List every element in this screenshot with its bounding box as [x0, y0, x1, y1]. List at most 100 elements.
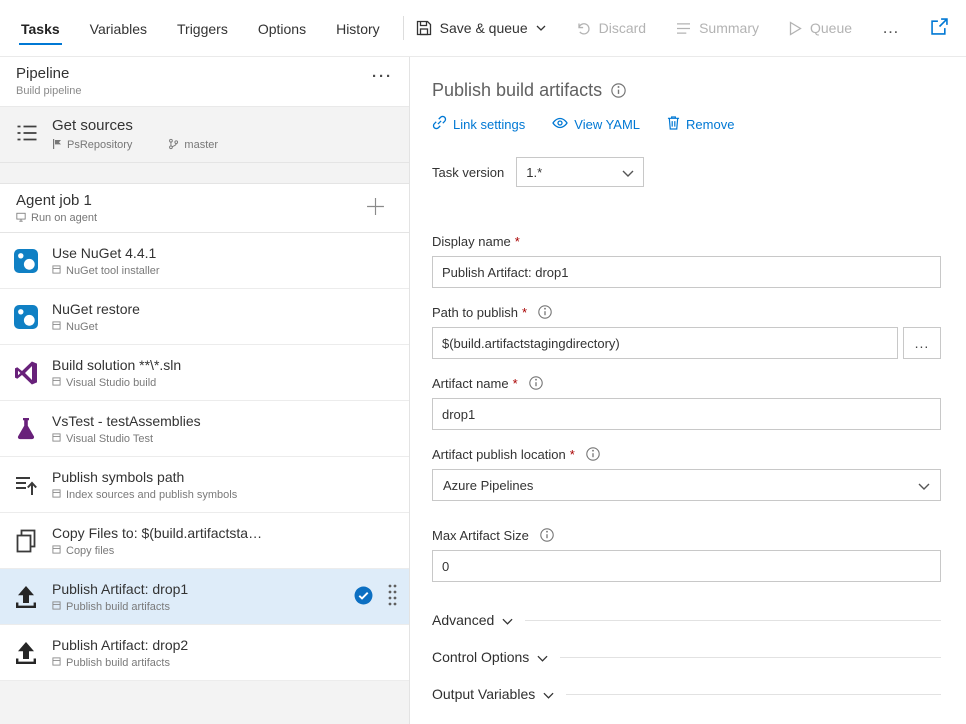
agent-job-title: Agent job 1: [16, 191, 92, 209]
section-divider: [525, 619, 941, 621]
path-info-icon[interactable]: [538, 305, 552, 319]
task-item-copy-files[interactable]: Copy Files to: $(build.artifactsta… Copy…: [0, 513, 409, 569]
task-type-icon: [52, 600, 61, 613]
task-title: Use NuGet 4.4.1: [52, 244, 157, 261]
field-display-name: Display name *: [432, 233, 941, 288]
discard-undo-icon: [576, 21, 591, 36]
summary-button[interactable]: Summary: [676, 20, 759, 36]
browse-path-button[interactable]: ...: [903, 327, 941, 359]
discard-button[interactable]: Discard: [576, 20, 646, 36]
task-type-icon: [52, 376, 61, 389]
save-and-queue-button[interactable]: Save & queue: [416, 20, 546, 36]
more-actions-button[interactable]: …: [882, 18, 900, 38]
task-type-icon: [52, 488, 61, 501]
task-subtitle: Publish build artifacts: [66, 656, 170, 669]
tab-history[interactable]: History: [321, 0, 395, 56]
drag-grip-icon[interactable]: [388, 584, 397, 609]
publish-location-info-icon[interactable]: [586, 447, 600, 461]
chevron-down-icon: [918, 478, 930, 493]
content-area: Pipeline Build pipeline ··· Get sources …: [0, 57, 966, 724]
task-item-publish-symbols[interactable]: Publish symbols path Index sources and p…: [0, 457, 409, 513]
task-version-select[interactable]: 1.*: [516, 157, 645, 187]
chevron-down-icon: [529, 649, 548, 665]
section-control-options[interactable]: Control Options: [432, 647, 941, 667]
artifact-name-label: Artifact name: [432, 375, 509, 391]
remove-task-button[interactable]: Remove: [667, 115, 734, 133]
play-icon: [789, 20, 802, 36]
task-version-label: Task version: [432, 164, 505, 180]
max-artifact-size-input[interactable]: [432, 550, 941, 582]
task-title: Publish symbols path: [52, 468, 185, 485]
task-title: Publish Artifact: drop1: [52, 580, 189, 597]
agent-icon: [16, 212, 26, 225]
required-marker: *: [512, 375, 518, 391]
repository-name: PsRepository: [67, 139, 133, 151]
pipeline-panel: Pipeline Build pipeline ··· Get sources …: [0, 57, 410, 724]
nuget-icon: [0, 304, 52, 330]
task-item-publish-artifact-drop1[interactable]: Publish Artifact: drop1 Publish build ar…: [0, 569, 409, 625]
task-type-icon: [52, 544, 61, 557]
title-info-icon[interactable]: [611, 82, 626, 98]
task-item-vstest[interactable]: VsTest - testAssemblies Visual Studio Te…: [0, 401, 409, 457]
publish-location-select[interactable]: Azure Pipelines: [432, 469, 941, 501]
queue-button[interactable]: Queue: [789, 20, 852, 36]
agent-job-header[interactable]: Agent job 1 Run on agent: [0, 183, 409, 233]
field-artifact-publish-location: Artifact publish location * Azure Pipeli…: [432, 446, 941, 501]
get-sources-item[interactable]: Get sources PsRepository master: [0, 107, 409, 163]
section-advanced[interactable]: Advanced: [432, 610, 941, 630]
task-title: Publish Artifact: drop2: [52, 636, 189, 653]
max-size-info-icon[interactable]: [540, 528, 554, 542]
section-output-variables[interactable]: Output Variables: [432, 684, 941, 704]
toolbar: Save & queue Discard Summary Queue …: [416, 18, 900, 38]
task-type-icon: [52, 320, 61, 333]
tab-triggers[interactable]: Triggers: [162, 0, 243, 56]
task-subtitle: Publish build artifacts: [66, 600, 170, 613]
publish-artifact-icon: [0, 640, 52, 666]
toolbar-divider: [402, 16, 404, 40]
get-sources-title: Get sources: [52, 116, 133, 134]
task-detail-panel: Publish build artifacts Link settings Vi…: [410, 57, 966, 724]
task-title: Build solution **\*.sln: [52, 356, 182, 373]
view-yaml-button[interactable]: View YAML: [552, 117, 640, 132]
pipeline-subtitle: Build pipeline: [16, 85, 82, 97]
tab-options[interactable]: Options: [243, 0, 321, 56]
chevron-down-icon: [622, 165, 634, 180]
nuget-icon: [0, 248, 52, 274]
path-to-publish-label: Path to publish: [432, 304, 519, 320]
pipeline-more-button[interactable]: ···: [372, 65, 393, 84]
eye-icon: [552, 117, 569, 132]
chevron-down-icon: [535, 686, 554, 702]
link-settings-button[interactable]: Link settings: [432, 115, 525, 133]
display-name-label: Display name: [432, 233, 511, 249]
path-to-publish-input[interactable]: [432, 327, 898, 359]
task-item-nuget-restore[interactable]: NuGet restore NuGet: [0, 289, 409, 345]
publish-location-label: Artifact publish location: [432, 446, 566, 462]
required-marker: *: [522, 304, 528, 320]
display-name-input[interactable]: [432, 256, 941, 288]
artifact-name-input[interactable]: [432, 398, 941, 430]
artifact-name-info-icon[interactable]: [528, 376, 543, 390]
pipeline-title: Pipeline: [16, 65, 70, 82]
task-item-build-solution[interactable]: Build solution **\*.sln Visual Studio bu…: [0, 345, 409, 401]
top-bar: Tasks Variables Triggers Options History…: [0, 0, 966, 57]
publish-artifact-icon: [0, 584, 52, 610]
section-divider: [566, 693, 941, 695]
task-title: NuGet restore: [52, 300, 140, 317]
add-task-button[interactable]: [366, 197, 393, 219]
max-artifact-size-label: Max Artifact Size: [432, 527, 529, 543]
tab-tasks[interactable]: Tasks: [6, 0, 75, 56]
section-divider: [560, 656, 941, 658]
task-subtitle: Copy files: [66, 544, 115, 557]
publish-symbols-icon: [0, 472, 52, 498]
page-title: Publish build artifacts: [432, 79, 603, 100]
branch-icon: [168, 138, 179, 153]
task-item-publish-artifact-drop2[interactable]: Publish Artifact: drop2 Publish build ar…: [0, 625, 409, 681]
tab-variables[interactable]: Variables: [75, 0, 162, 56]
tab-bar: Tasks Variables Triggers Options History: [6, 0, 395, 56]
fullscreen-expand-icon[interactable]: [931, 18, 948, 38]
task-item-use-nuget[interactable]: Use NuGet 4.4.1 NuGet tool installer: [0, 233, 409, 289]
task-action-links: Link settings View YAML Remove: [432, 115, 941, 133]
summary-list-icon: [676, 22, 691, 35]
field-artifact-name: Artifact name *: [432, 375, 941, 430]
task-type-icon: [52, 432, 61, 445]
